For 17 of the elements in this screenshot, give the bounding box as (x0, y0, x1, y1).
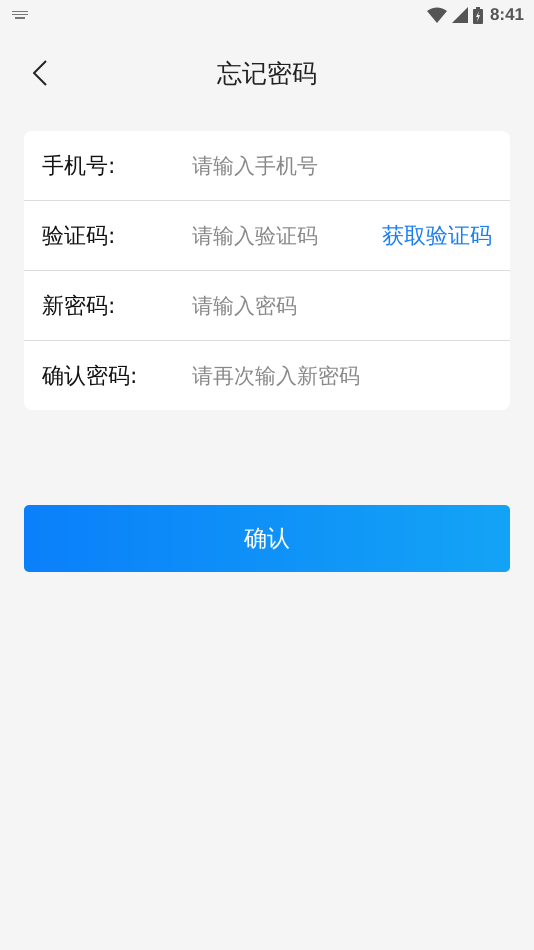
wifi-icon (426, 7, 447, 23)
battery-icon (472, 6, 483, 24)
input-field[interactable]: 请输入手机号 (192, 154, 492, 178)
get-code-button[interactable]: 获取验证码 (382, 220, 492, 250)
field-label: 验证码: (42, 222, 116, 250)
confirm-button[interactable]: 确认 (24, 505, 510, 572)
input-field[interactable]: 请输入密码 (192, 294, 492, 318)
field-label: 手机号: (42, 152, 116, 180)
status-time: 8:41 (490, 5, 524, 25)
input-field[interactable]: 请再次输入新密码 (192, 364, 492, 388)
page-title: 忘记密码 (217, 58, 317, 90)
field-label: 确认密码: (42, 362, 138, 390)
field-label: 新密码: (42, 292, 116, 320)
back-icon[interactable] (33, 60, 47, 86)
input-field[interactable]: 请输入验证码 (192, 224, 382, 248)
keyboard-icon (12, 11, 28, 19)
signal-icon (452, 7, 468, 23)
